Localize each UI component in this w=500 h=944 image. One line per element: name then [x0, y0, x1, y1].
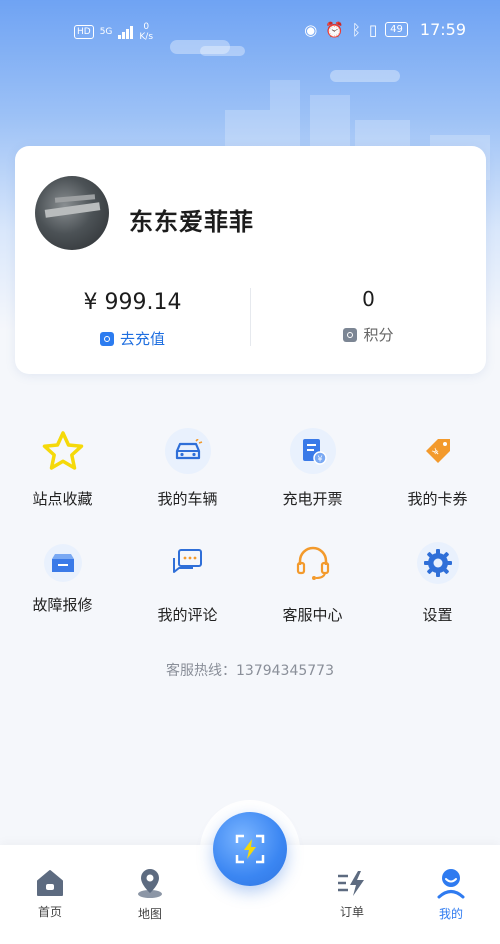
avatar[interactable] [35, 176, 109, 250]
eye-icon: ◉ [304, 20, 318, 39]
vibrate-icon: ▯ [368, 20, 378, 39]
user-icon [437, 869, 465, 899]
signal-icon [118, 25, 134, 39]
recharge-button[interactable]: 去充值 [15, 328, 250, 349]
scan-icon [235, 834, 265, 864]
tab-home[interactable]: 首页 [10, 869, 90, 920]
menu-item-repair[interactable]: 故障报修 [0, 538, 125, 615]
repair-icon [38, 538, 88, 588]
tab-mine[interactable]: 我的 [411, 867, 491, 922]
map-pin-icon [138, 869, 162, 898]
points-button[interactable]: 积分 [251, 324, 486, 345]
menu-item-vehicles[interactable]: 我的车辆 [125, 426, 250, 509]
gear-icon [413, 538, 463, 588]
battery-icon: 49 [385, 22, 408, 37]
username: 东东爱菲菲 [129, 208, 254, 236]
bluetooth-icon: ᛒ [351, 20, 361, 39]
invoice-icon: ¥ [288, 426, 338, 476]
coupon-icon: ¥ [413, 426, 463, 476]
menu-item-coupons[interactable]: ¥ 我的卡券 [375, 426, 500, 509]
network-type: 5G [99, 27, 113, 37]
recharge-label: 去充值 [119, 330, 165, 348]
net-speed: 0 K/s [139, 22, 154, 42]
balance-value: ¥ 999.14 [83, 290, 182, 315]
car-icon [163, 426, 213, 476]
points-label: 积分 [363, 326, 394, 344]
tab-orders[interactable]: 订单 [312, 869, 392, 920]
alarm-icon: ⏰ [325, 20, 344, 39]
menu-item-invoice[interactable]: ¥ 充电开票 [250, 426, 375, 509]
scan-charge-button[interactable] [213, 812, 287, 886]
profile-card: 东东爱菲菲 ¥ 999.14 去充值 0 积分 [15, 146, 486, 374]
home-icon [37, 870, 63, 896]
menu-item-comments[interactable]: 我的评论 [125, 538, 250, 625]
clock: 17:59 [419, 20, 466, 39]
wallet-icon [99, 331, 114, 346]
menu-item-favorites[interactable]: 站点收藏 [0, 426, 125, 509]
points-icon [343, 327, 358, 342]
lightning-icon [338, 871, 364, 896]
star-icon [38, 426, 88, 476]
comment-icon [163, 538, 213, 588]
points-value: 0 [362, 287, 375, 311]
hd-badge: HD [74, 25, 94, 39]
status-bar: HD 5G 0 K/s ◉ ⏰ ᛒ ▯ 49 17:59 [0, 0, 500, 62]
menu-item-settings[interactable]: 设置 [375, 538, 500, 625]
menu-item-support[interactable]: 客服中心 [250, 538, 375, 625]
tab-map[interactable]: 地图 [110, 867, 190, 922]
hotline-text[interactable]: 客服热线：13794345773 [0, 660, 500, 680]
svg-text:¥: ¥ [317, 455, 322, 464]
headset-icon [288, 538, 338, 588]
